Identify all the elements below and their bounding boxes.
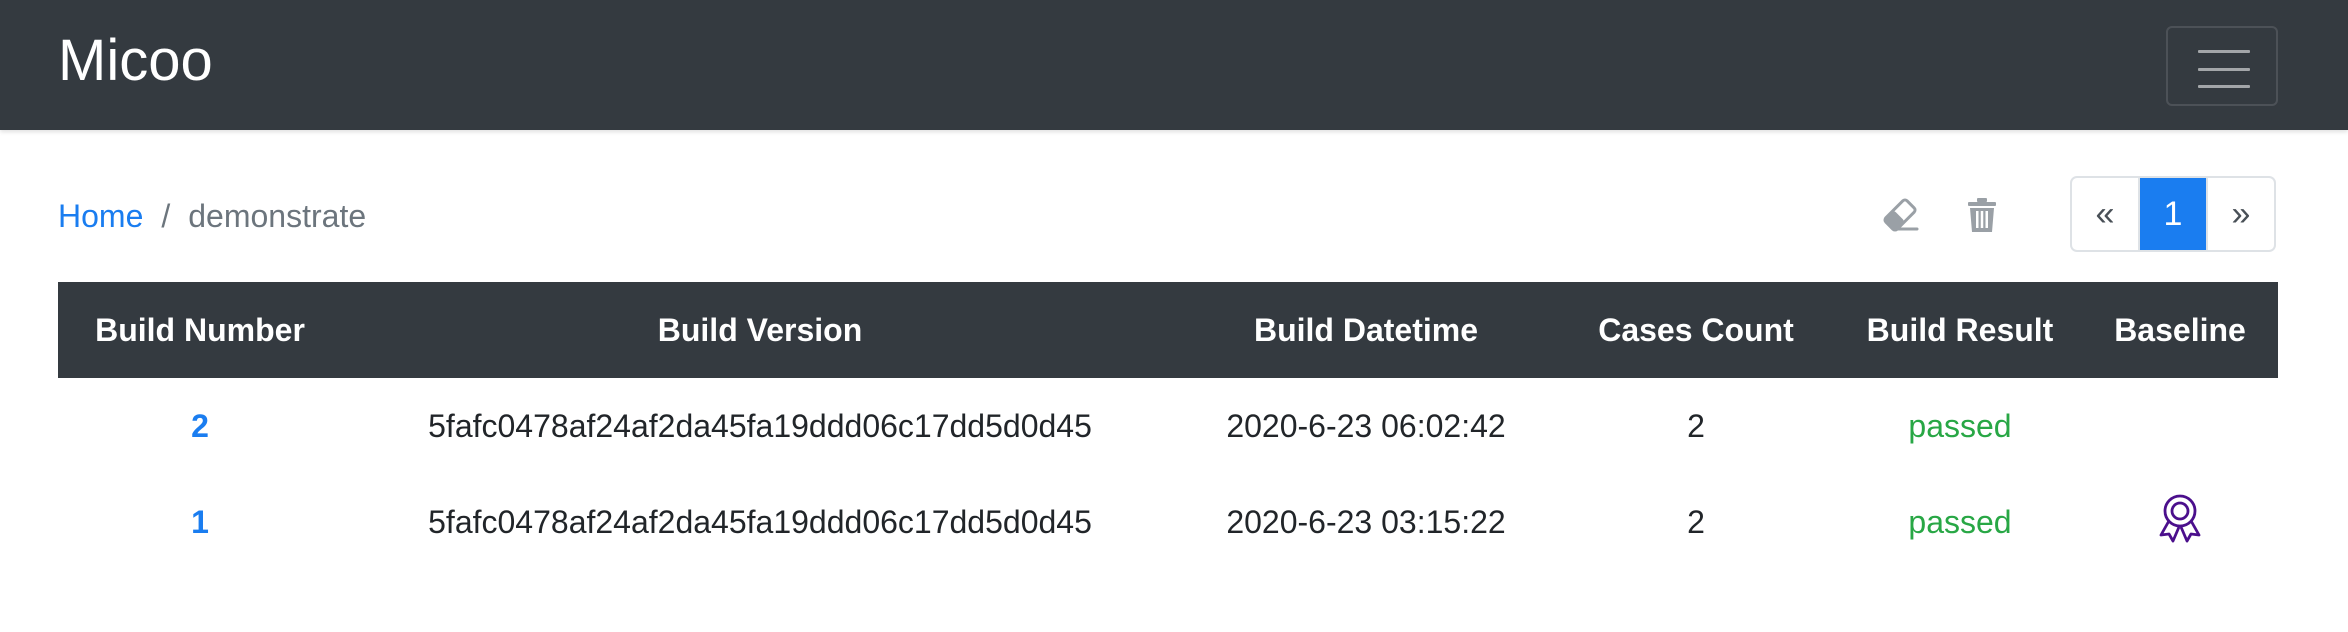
eraser-icon[interactable] bbox=[1880, 194, 1920, 236]
build-datetime: 2020-6-23 03:15:22 bbox=[1226, 503, 1506, 540]
hamburger-menu-icon bbox=[2198, 50, 2250, 88]
header-build-datetime: Build Datetime bbox=[1178, 282, 1554, 378]
table-row: 2 5fafc0478af24af2da45fa19ddd06c17dd5d0d… bbox=[58, 378, 2278, 474]
build-datetime: 2020-6-23 06:02:42 bbox=[1226, 407, 1506, 444]
build-number-link[interactable]: 1 bbox=[191, 504, 209, 540]
baseline-cell bbox=[2082, 378, 2278, 474]
trash-icon[interactable] bbox=[1962, 194, 2002, 236]
build-result-badge: passed bbox=[1908, 407, 2012, 444]
header-build-result: Build Result bbox=[1838, 282, 2082, 378]
build-version: 5fafc0478af24af2da45fa19ddd06c17dd5d0d45 bbox=[428, 503, 1092, 540]
navbar-toggle-button[interactable] bbox=[2166, 26, 2278, 106]
breadcrumb-current: demonstrate bbox=[188, 197, 367, 234]
breadcrumb-separator: / bbox=[161, 197, 171, 234]
builds-table: Build Number Build Version Build Datetim… bbox=[58, 282, 2278, 570]
pagination-next-button[interactable]: » bbox=[2206, 178, 2274, 250]
build-number-link[interactable]: 2 bbox=[191, 408, 209, 444]
build-version: 5fafc0478af24af2da45fa19ddd06c17dd5d0d45 bbox=[428, 407, 1092, 444]
cases-count: 2 bbox=[1687, 503, 1705, 540]
pagination: « 1 » bbox=[2070, 176, 2276, 252]
header-build-version: Build Version bbox=[342, 282, 1178, 378]
header-baseline: Baseline bbox=[2082, 282, 2278, 378]
award-ribbon-icon[interactable] bbox=[2157, 493, 2203, 551]
build-result-badge: passed bbox=[1908, 503, 2012, 540]
pagination-page-button[interactable]: 1 bbox=[2140, 178, 2206, 250]
table-header-row: Build Number Build Version Build Datetim… bbox=[58, 282, 2278, 378]
cases-count: 2 bbox=[1687, 407, 1705, 444]
pagination-prev-button[interactable]: « bbox=[2072, 178, 2140, 250]
brand-logo[interactable]: Micoo bbox=[58, 22, 213, 100]
header-cases-count: Cases Count bbox=[1554, 282, 1838, 378]
top-navbar: Micoo bbox=[0, 0, 2348, 130]
baseline-cell bbox=[2082, 474, 2278, 570]
breadcrumb-home-link[interactable]: Home bbox=[58, 198, 143, 235]
table-row: 1 5fafc0478af24af2da45fa19ddd06c17dd5d0d… bbox=[58, 474, 2278, 570]
header-build-number: Build Number bbox=[58, 282, 342, 378]
breadcrumb: Home / demonstrate bbox=[58, 194, 366, 238]
